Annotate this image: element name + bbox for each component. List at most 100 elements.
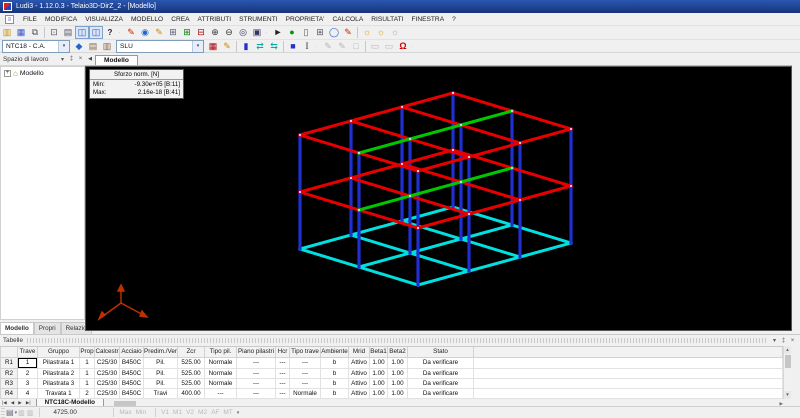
- mesh-view-icon[interactable]: ◯: [327, 26, 341, 39]
- cell-trave[interactable]: 3: [17, 377, 38, 389]
- col-header-stato[interactable]: Stato: [407, 347, 474, 358]
- grid-add-icon[interactable]: ⊞: [180, 26, 194, 39]
- draw-pencil-icon[interactable]: ✎: [152, 26, 166, 39]
- row-id[interactable]: R4: [0, 387, 18, 399]
- cell-gruppo[interactable]: Pilastrata 1: [37, 356, 80, 369]
- col-header-hcr[interactable]: Hcr: [275, 347, 290, 358]
- select-arrow-icon[interactable]: ►: [271, 26, 285, 39]
- col-header-calcestr[interactable]: Calcestr: [94, 347, 120, 358]
- cell-ambiente[interactable]: b: [320, 367, 349, 379]
- cell-acciaio[interactable]: B450C: [119, 367, 144, 379]
- tree-item-modello[interactable]: + ⌂ Modello: [1, 67, 84, 78]
- col-header-mrid[interactable]: Mrid: [348, 347, 370, 358]
- cell-beta1[interactable]: 1.00: [369, 387, 388, 399]
- cell-tipo-pil[interactable]: Normale: [204, 367, 237, 379]
- scrollbar-thumb[interactable]: [113, 400, 136, 406]
- expand-icon[interactable]: +: [4, 70, 11, 77]
- cell-mrid[interactable]: Attivo: [348, 377, 370, 389]
- menu-risultati[interactable]: RISULTATI: [367, 14, 407, 25]
- omega-icon[interactable]: Ω: [396, 40, 410, 53]
- cell-beta2[interactable]: 1.00: [387, 387, 408, 399]
- table-row[interactable]: R3 3 Pilastrata 3 1 C25/30 B450C Pil. 52…: [0, 377, 783, 389]
- component-m2-button[interactable]: M2: [198, 409, 207, 416]
- render-icon[interactable]: ●: [285, 26, 299, 39]
- menu-file[interactable]: FILE: [19, 14, 41, 25]
- col-header-tipo-pil[interactable]: Tipo pil.: [204, 347, 237, 358]
- cell-gruppo[interactable]: Travata 1: [37, 387, 80, 399]
- menu-strumenti[interactable]: STRUMENTI: [235, 14, 281, 25]
- scrollbar-thumb[interactable]: [785, 355, 791, 368]
- cell-ambiente[interactable]: b: [320, 356, 349, 369]
- cell-piano[interactable]: ---: [236, 367, 276, 379]
- menu-attributi[interactable]: ATTRIBUTI: [194, 14, 236, 25]
- light-on-icon[interactable]: ☼: [360, 26, 374, 39]
- tab-modello[interactable]: Modello: [0, 322, 34, 334]
- cell-predim[interactable]: Pil.: [143, 356, 178, 369]
- cell-stato[interactable]: Da verificare: [407, 367, 474, 379]
- row-id[interactable]: R3: [0, 377, 18, 389]
- col-header-ambiente[interactable]: Ambiente: [320, 347, 349, 358]
- notebook-table-icon[interactable]: ▥: [100, 40, 114, 53]
- cell-tipo-pil[interactable]: Normale: [204, 356, 237, 369]
- view-split-icon[interactable]: ◫: [89, 26, 103, 39]
- cell-mrid[interactable]: Attivo: [348, 367, 370, 379]
- cell-tipo-trave[interactable]: ---: [289, 377, 321, 389]
- cell-prop[interactable]: 1: [79, 356, 95, 369]
- light-off-icon[interactable]: ☼: [388, 26, 402, 39]
- table-view-icon[interactable]: ⊞: [313, 26, 327, 39]
- drag-grip[interactable]: [26, 338, 766, 343]
- tab-scroll-left-icon[interactable]: ◀: [85, 54, 95, 65]
- cell-tipo-pil[interactable]: ---: [204, 387, 237, 399]
- menu-finestra[interactable]: FINESTRA: [407, 14, 448, 25]
- menu-help[interactable]: ?: [448, 14, 460, 25]
- cell-hcr[interactable]: ---: [275, 356, 290, 369]
- cell-trave[interactable]: 1: [17, 356, 38, 369]
- overflow-chevron-icon[interactable]: ▾: [237, 410, 240, 416]
- zoom-extents-icon[interactable]: ▣: [250, 26, 264, 39]
- chevron-down-icon[interactable]: ▾: [58, 40, 69, 52]
- flow-left-icon[interactable]: ⇄: [253, 40, 267, 53]
- mdi-document-icon[interactable]: ≡: [5, 14, 14, 24]
- cell-hcr[interactable]: ---: [275, 367, 290, 379]
- cell-ambiente[interactable]: b: [320, 377, 349, 389]
- cell-gruppo[interactable]: Pilastrata 3: [37, 377, 80, 389]
- markup-icon[interactable]: ✎: [341, 26, 355, 39]
- cell-calcestr[interactable]: C25/30: [94, 367, 120, 379]
- zoom-in-icon[interactable]: ⊕: [208, 26, 222, 39]
- close-icon[interactable]: ×: [76, 56, 85, 62]
- cell-beta2[interactable]: 1.00: [387, 367, 408, 379]
- zoom-window-icon[interactable]: ◎: [236, 26, 250, 39]
- cell-acciaio[interactable]: B450C: [119, 356, 144, 369]
- cell-piano[interactable]: ---: [236, 377, 276, 389]
- scroll-up-icon[interactable]: ▲: [784, 346, 791, 354]
- cell-tipo-pil[interactable]: Normale: [204, 377, 237, 389]
- cell-calcestr[interactable]: C25/30: [94, 387, 120, 399]
- cell-acciaio[interactable]: B450C: [119, 387, 144, 399]
- component-v2-button[interactable]: V2: [186, 409, 194, 416]
- combination-combobox[interactable]: SLU ▾: [116, 39, 204, 53]
- cell-tipo-trave[interactable]: ---: [289, 356, 321, 369]
- cell-piano[interactable]: ---: [236, 356, 276, 369]
- cell-zcr[interactable]: 400.00: [177, 387, 205, 399]
- menu-calcola[interactable]: CALCOLA: [328, 14, 367, 25]
- cell-calcestr[interactable]: C25/30: [94, 356, 120, 369]
- cell-beta1[interactable]: 1.00: [369, 367, 388, 379]
- col-header-beta2[interactable]: Beta2: [387, 347, 408, 358]
- cell-stato[interactable]: Da verificare: [407, 387, 474, 399]
- cell-trave[interactable]: 2: [17, 367, 38, 379]
- tab-proprieta[interactable]: Propri: [33, 322, 61, 334]
- cell-hcr[interactable]: ---: [275, 387, 290, 399]
- menu-modifica[interactable]: MODIFICA: [41, 14, 81, 25]
- cell-beta1[interactable]: 1.00: [369, 377, 388, 389]
- title-bar[interactable]: Ludi3 - 1.12.0.3 - Telaio3D-DirZ_2 - [Mo…: [0, 0, 800, 13]
- cell-mrid[interactable]: Attivo: [348, 356, 370, 369]
- assign-norm-icon[interactable]: ◆: [72, 40, 86, 53]
- grid-remove-icon[interactable]: ⊟: [194, 26, 208, 39]
- cell-acciaio[interactable]: B450C: [119, 377, 144, 389]
- close-icon[interactable]: ×: [788, 338, 797, 344]
- ibeam-icon[interactable]: I: [300, 40, 314, 53]
- col-header-piano-pilastri[interactable]: Piano pilastri: [236, 347, 276, 358]
- norm-combobox[interactable]: NTC18 - C.A. ▾: [2, 39, 70, 53]
- globe-icon[interactable]: ◉: [138, 26, 152, 39]
- print-preview-icon[interactable]: ⊡: [47, 26, 61, 39]
